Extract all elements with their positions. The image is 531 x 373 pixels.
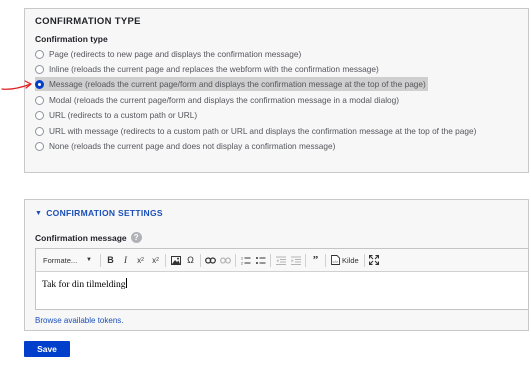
radio-label[interactable]: Inline (reloads the current page and rep…	[49, 64, 379, 74]
indent-icon[interactable]	[289, 253, 303, 268]
toolbar-separator	[270, 253, 271, 267]
radio-label[interactable]: Message (reloads the current page/form a…	[49, 79, 426, 89]
radio-button[interactable]	[35, 110, 44, 120]
radio-button[interactable]	[35, 141, 44, 151]
save-button[interactable]: Save	[24, 341, 70, 357]
radio-button[interactable]	[35, 64, 44, 74]
toolbar-separator	[200, 253, 201, 267]
text-cursor	[125, 278, 127, 288]
source-button-label[interactable]: Kilde	[342, 256, 359, 265]
radio-button[interactable]	[35, 49, 44, 59]
unlink-icon[interactable]	[219, 253, 233, 268]
svg-text:2: 2	[241, 261, 243, 265]
radio-label[interactable]: URL (redirects to a custom path or URL)	[49, 110, 197, 120]
special-character-icon[interactable]: Ω	[184, 253, 198, 268]
radio-option-url[interactable]: URL (redirects to a custom path or URL)	[35, 108, 197, 122]
italic-icon[interactable]: I	[119, 253, 133, 268]
caret-down-icon[interactable]: ▼	[86, 257, 92, 263]
toolbar-separator	[305, 253, 306, 267]
toolbar-separator	[100, 253, 101, 267]
confirmation-message-label: Confirmation message ?	[35, 232, 142, 243]
svg-text:</>: </>	[332, 259, 338, 264]
bold-icon[interactable]: B	[104, 253, 118, 268]
superscript-icon[interactable]: x2	[149, 253, 163, 268]
outdent-icon[interactable]	[274, 253, 288, 268]
svg-text:1: 1	[241, 256, 243, 260]
radio-label[interactable]: URL with message (redirects to a custom …	[49, 126, 476, 136]
radio-button[interactable]	[35, 95, 44, 105]
radio-option-url-message[interactable]: URL with message (redirects to a custom …	[35, 124, 476, 138]
radio-label[interactable]: Modal (reloads the current page/form and…	[49, 95, 399, 105]
editor-toolbar: Formate... ▼ B I x2 x2 Ω 12 ” </> Kilde	[36, 249, 528, 272]
confirmation-settings-details: ▼ CONFIRMATION SETTINGS Confirmation mes…	[24, 199, 529, 331]
toolbar-separator	[235, 253, 236, 267]
toolbar-separator	[325, 253, 326, 267]
confirmation-type-label: Confirmation type	[35, 34, 108, 44]
blockquote-icon[interactable]: ”	[309, 253, 323, 268]
radio-button-selected[interactable]	[35, 79, 44, 89]
format-dropdown-label[interactable]: Formate...	[43, 256, 77, 265]
radio-option-page[interactable]: Page (redirects to new page and displays…	[35, 47, 301, 61]
confirmation-settings-summary[interactable]: ▼ CONFIRMATION SETTINGS	[35, 208, 163, 218]
source-icon[interactable]: </>	[331, 255, 340, 265]
rich-text-editor[interactable]: Formate... ▼ B I x2 x2 Ω 12 ” </> Kilde …	[35, 248, 529, 310]
source-button[interactable]: </> Kilde	[328, 255, 362, 265]
format-dropdown[interactable]: Formate... ▼	[40, 253, 96, 268]
confirmation-settings-title[interactable]: CONFIRMATION SETTINGS	[46, 208, 163, 218]
radio-option-none[interactable]: None (reloads the current page and does …	[35, 139, 335, 153]
editor-text[interactable]: Tak for din tilmelding	[42, 280, 126, 290]
maximize-icon[interactable]	[367, 253, 381, 268]
editor-content-area[interactable]: Tak for din tilmelding	[36, 272, 528, 296]
help-icon[interactable]: ?	[130, 232, 142, 243]
radio-option-inline[interactable]: Inline (reloads the current page and rep…	[35, 62, 379, 76]
toolbar-separator	[363, 253, 365, 267]
triangle-down-icon[interactable]: ▼	[35, 210, 42, 217]
radio-label[interactable]: None (reloads the current page and does …	[49, 141, 335, 151]
red-arrow-annotation-icon	[1, 80, 32, 90]
confirmation-message-label-text: Confirmation message	[35, 232, 127, 243]
radio-label[interactable]: Page (redirects to new page and displays…	[49, 49, 301, 59]
confirmation-type-fieldset: CONFIRMATION TYPE Confirmation type Page…	[24, 8, 529, 173]
link-icon[interactable]	[204, 253, 218, 268]
numbered-list-icon[interactable]: 12	[239, 253, 253, 268]
radio-option-message[interactable]: Message (reloads the current page/form a…	[35, 77, 428, 91]
bulleted-list-icon[interactable]	[254, 253, 268, 268]
radio-option-modal[interactable]: Modal (reloads the current page/form and…	[35, 93, 399, 107]
confirmation-type-title: CONFIRMATION TYPE	[35, 16, 141, 27]
radio-button[interactable]	[35, 126, 44, 136]
toolbar-separator	[165, 253, 166, 267]
subscript-icon[interactable]: x2	[134, 253, 148, 268]
image-icon[interactable]	[169, 253, 183, 268]
browse-tokens-link[interactable]: Browse available tokens.	[35, 316, 124, 325]
